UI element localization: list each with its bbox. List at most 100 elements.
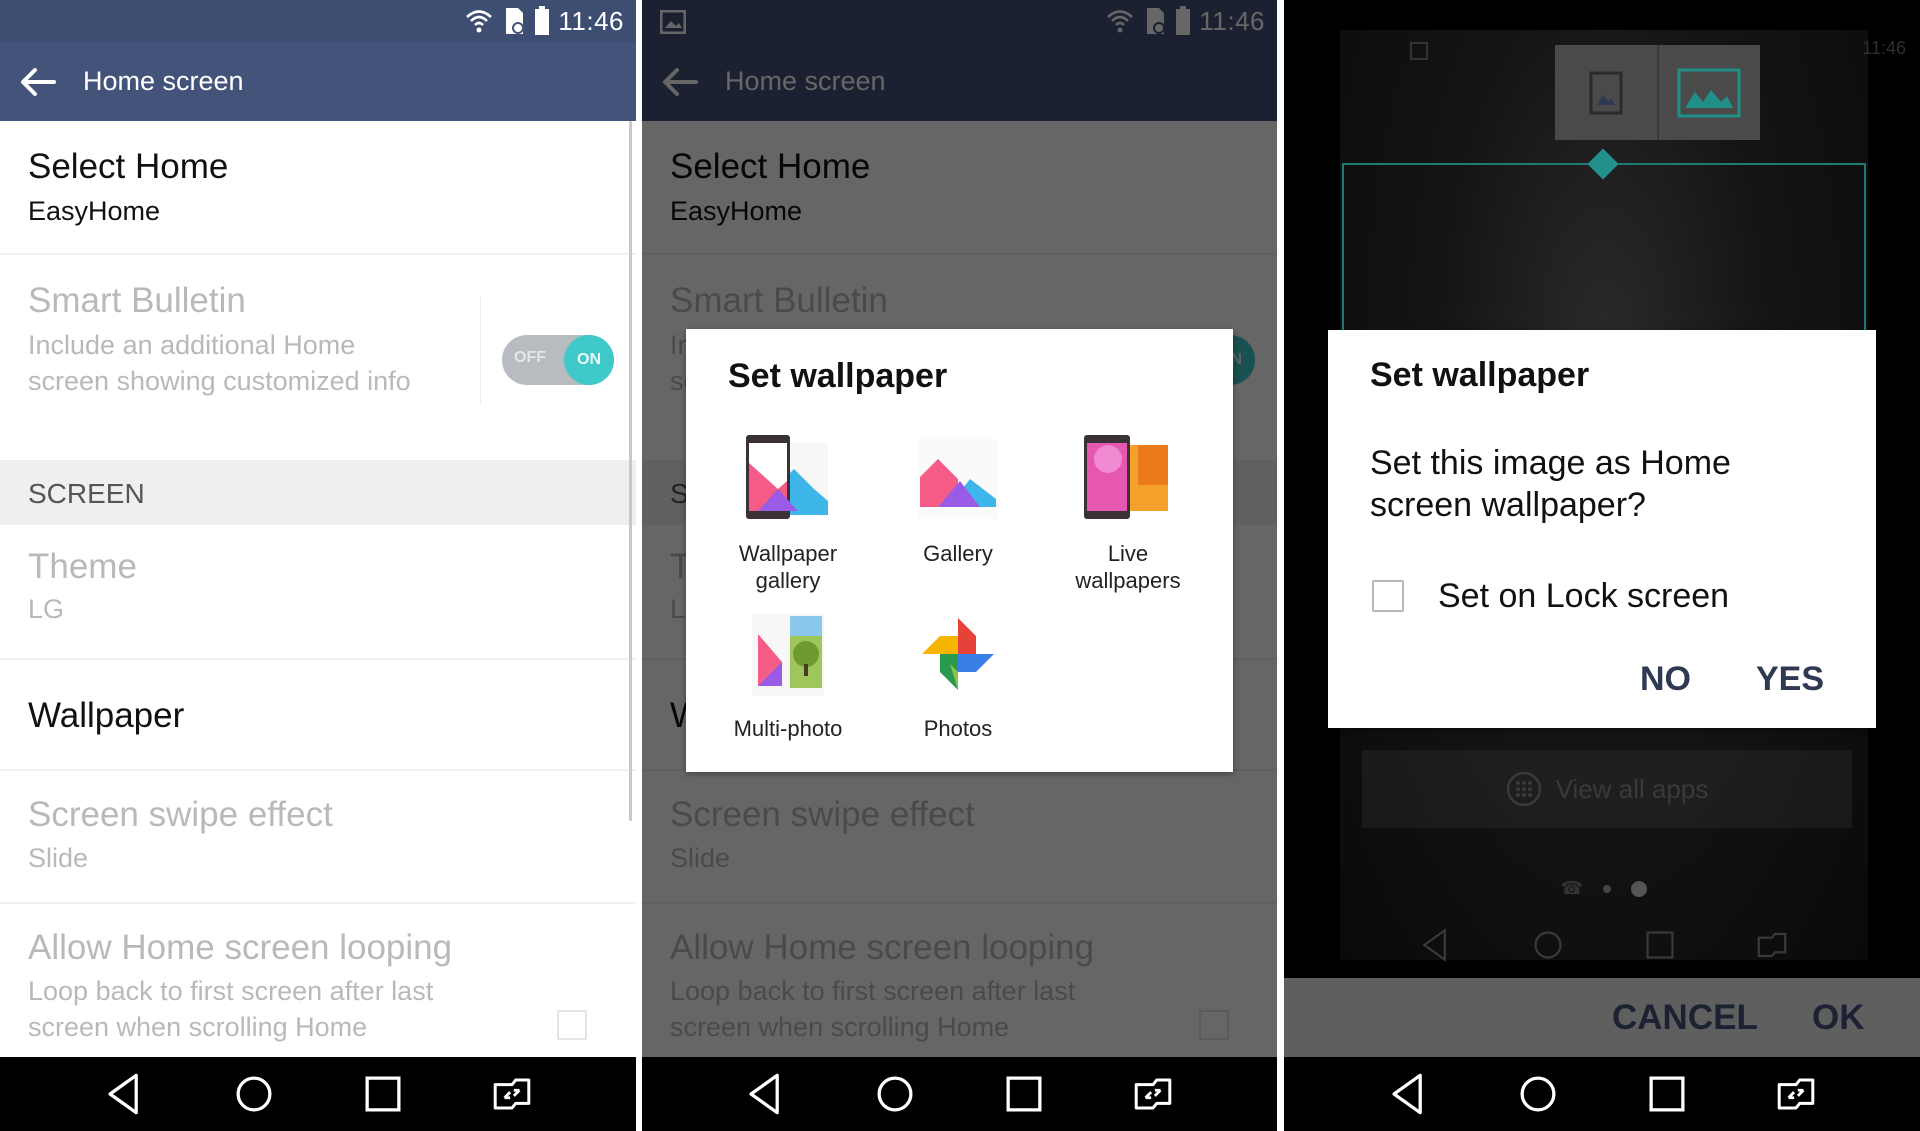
view-all-apps-button: View all apps <box>1362 750 1852 828</box>
crop-action-bar: CANCEL OK <box>1284 978 1920 1057</box>
option-gallery[interactable]: Gallery <box>883 429 1033 567</box>
multi-photo-icon <box>752 614 824 696</box>
nav-recents-button[interactable] <box>994 1064 1054 1124</box>
setting-value: EasyHome <box>28 196 161 226</box>
section-header-screen: SCREEN <box>0 460 636 525</box>
yes-button[interactable]: YES <box>1756 660 1824 699</box>
setting-select-home[interactable]: Select Home EasyHome <box>0 121 636 255</box>
nav-back-button[interactable] <box>736 1064 796 1124</box>
back-icon <box>738 1066 794 1122</box>
setting-value: LG <box>28 594 65 624</box>
no-button[interactable]: NO <box>1640 660 1691 699</box>
setting-title: Select Home <box>28 147 229 186</box>
setting-title: Allow Home screen looping <box>28 928 453 967</box>
scrolling-screen-mode-button[interactable] <box>1656 45 1761 140</box>
preview-nav-bar <box>1340 910 1868 980</box>
lock-screen-checkbox[interactable] <box>1372 580 1404 612</box>
nav-back-button[interactable] <box>1379 1064 1439 1124</box>
nav-recents-button[interactable] <box>1637 1064 1697 1124</box>
setting-screen-swipe-effect[interactable]: Screen swipe effect Slide <box>0 771 636 904</box>
setting-title: Theme <box>28 547 137 586</box>
arrow-left-icon <box>21 67 56 96</box>
nav-home-button[interactable] <box>1508 1064 1568 1124</box>
nav-home-button[interactable] <box>224 1064 284 1124</box>
back-icon <box>1422 928 1446 962</box>
page-dot <box>1603 884 1612 893</box>
dual-window-icon <box>1125 1066 1181 1122</box>
page-indicator: ☎ <box>1340 878 1868 899</box>
nav-dual-window-button[interactable] <box>1123 1064 1183 1124</box>
home-icon <box>867 1066 923 1122</box>
set-wallpaper-confirm-dialog: Set wallpaper Set this image as Home scr… <box>1328 330 1876 728</box>
option-label: Multi-photo <box>733 716 843 741</box>
lock-screen-checkbox-label[interactable]: Set on Lock screen <box>1438 577 1729 616</box>
page-title: Home screen <box>83 66 244 96</box>
nav-dual-window-button[interactable] <box>1766 1064 1826 1124</box>
home-icon <box>1510 1066 1566 1122</box>
back-button[interactable] <box>18 62 58 102</box>
option-label: Live wallpapers <box>1075 541 1181 593</box>
ok-button[interactable]: OK <box>1812 998 1865 1038</box>
recents-icon <box>1646 931 1674 959</box>
single-screen-mode-button[interactable] <box>1555 45 1657 140</box>
nav-recents-button[interactable] <box>353 1064 413 1124</box>
setting-title: Screen swipe effect <box>28 795 333 834</box>
cancel-button[interactable]: CANCEL <box>1612 998 1758 1038</box>
setting-home-screen-looping[interactable]: Allow Home screen looping Loop back to f… <box>0 904 636 1064</box>
dual-window-icon <box>1768 1066 1824 1122</box>
option-wallpaper-gallery[interactable]: Wallpaper gallery <box>713 429 863 594</box>
navigation-bar <box>0 1057 636 1131</box>
back-icon <box>1381 1066 1437 1122</box>
wifi-icon <box>464 6 494 36</box>
battery-icon <box>534 6 550 36</box>
settings-screen-panel: 11:46 Home screen Select Home EasyHome S… <box>0 0 636 1131</box>
divider <box>480 295 481 405</box>
setting-description: Loop back to first screen after last scr… <box>28 976 434 1042</box>
toggle-on-knob: ON <box>564 335 614 385</box>
nav-back-button[interactable] <box>95 1064 155 1124</box>
setting-theme[interactable]: Theme LG <box>0 525 636 660</box>
scrollbar[interactable] <box>629 121 632 821</box>
option-photos[interactable]: Photos <box>883 604 1033 742</box>
set-wallpaper-dialog: Set wallpaper Wallpaper gallery Gallery <box>686 329 1233 772</box>
option-live-wallpapers[interactable]: Live wallpapers <box>1053 429 1203 594</box>
image-icon <box>1410 42 1428 60</box>
option-label: Gallery <box>923 541 993 566</box>
view-all-apps-label: View all apps <box>1555 773 1709 804</box>
app-bar: Home screen <box>0 42 636 121</box>
dialog-message: Set this image as Home screen wallpaper? <box>1370 444 1731 524</box>
option-label: Wallpaper gallery <box>738 541 838 593</box>
back-icon <box>97 1066 153 1122</box>
recents-icon <box>355 1066 411 1122</box>
smart-bulletin-toggle[interactable]: OFF ON <box>502 335 614 385</box>
dual-window-icon <box>1757 932 1787 958</box>
dialog-title: Set wallpaper <box>728 357 948 395</box>
setting-title: Wallpaper <box>28 696 185 735</box>
navigation-bar <box>1284 1057 1920 1131</box>
nav-home-button[interactable] <box>865 1064 925 1124</box>
option-label: Photos <box>923 716 993 741</box>
recents-icon <box>996 1066 1052 1122</box>
scroll-mode-toggle <box>1555 45 1760 140</box>
setting-description: Include an additional Home screen showin… <box>28 330 411 396</box>
apps-grid-icon <box>1506 771 1541 807</box>
home-icon <box>226 1066 282 1122</box>
recents-icon <box>1639 1066 1695 1122</box>
wallpaper-gallery-icon <box>746 435 828 519</box>
live-wallpapers-icon <box>1084 435 1168 519</box>
gallery-icon <box>918 439 998 519</box>
preview-time: 11:46 <box>1862 38 1906 58</box>
setting-wallpaper[interactable]: Wallpaper <box>0 660 636 771</box>
scrolling-screen-icon <box>1677 68 1741 117</box>
nav-dual-window-button[interactable] <box>482 1064 542 1124</box>
status-bar: 11:46 <box>0 0 636 42</box>
wallpaper-crop-panel: 11:46 View all apps ☎ Set wallpaper Set … <box>1284 0 1920 1131</box>
navigation-bar <box>642 1057 1277 1131</box>
looping-checkbox[interactable] <box>557 1010 587 1040</box>
dialog-title: Set wallpaper <box>1370 356 1590 394</box>
setting-title: Smart Bulletin <box>28 281 246 320</box>
setting-value: Slide <box>28 843 89 873</box>
home-icon <box>1534 931 1562 959</box>
setting-smart-bulletin[interactable]: Smart Bulletin Include an additional Hom… <box>0 255 636 460</box>
option-multi-photo[interactable]: Multi-photo <box>713 604 863 742</box>
